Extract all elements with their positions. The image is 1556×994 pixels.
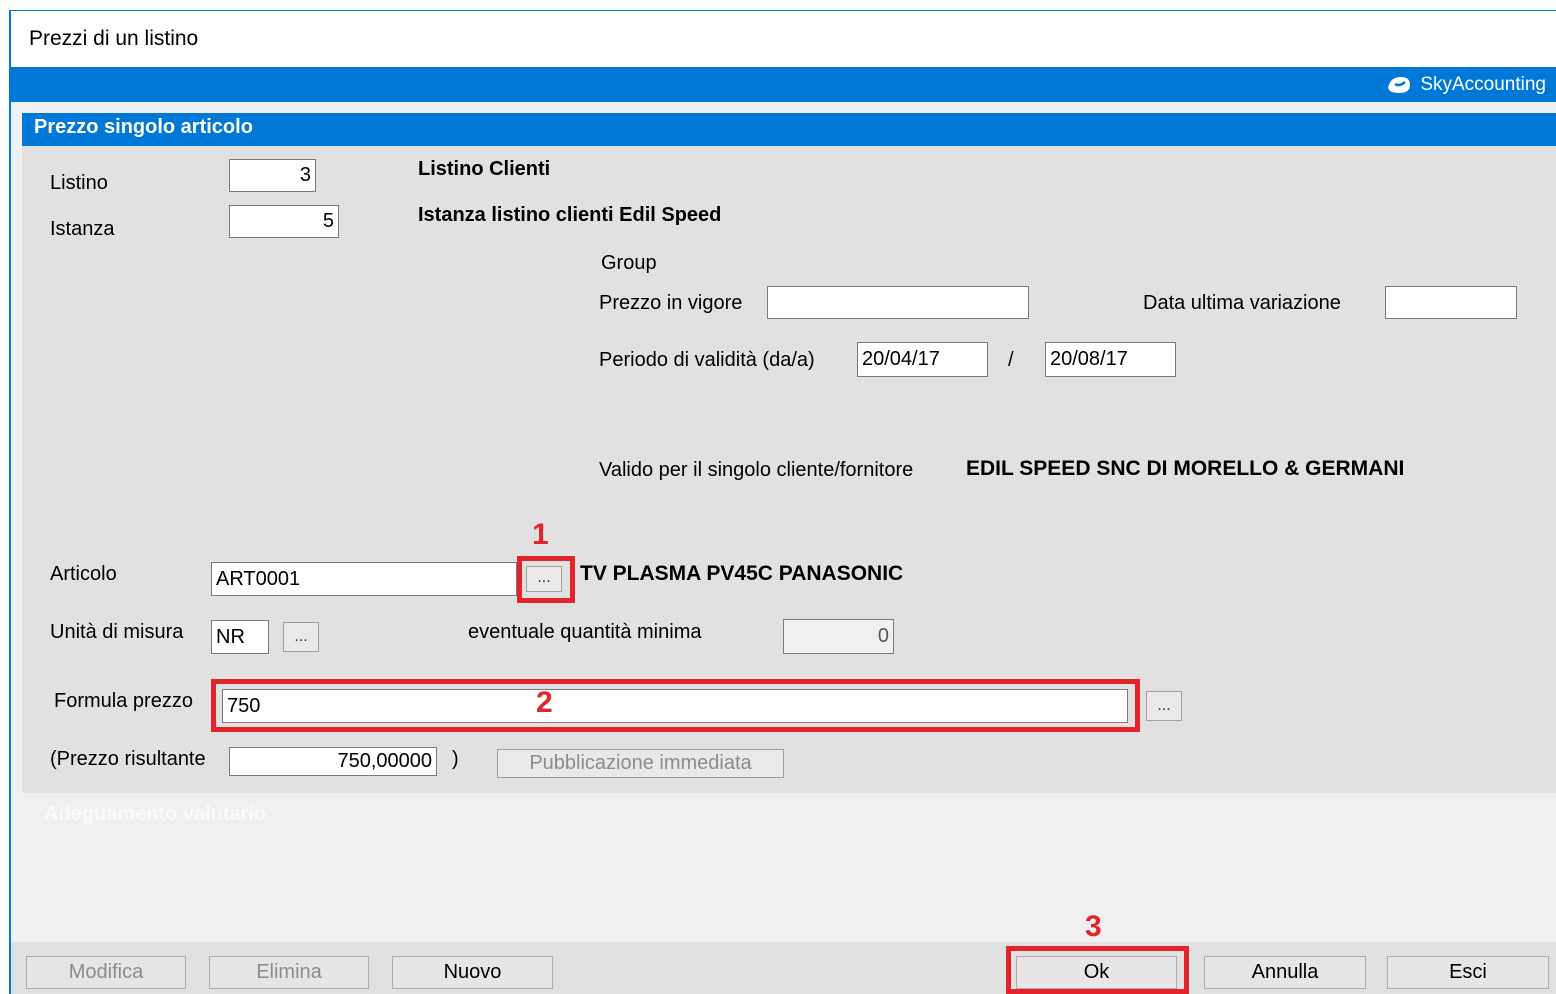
articolo-label: Articolo [50, 563, 117, 585]
elimina-button[interactable]: Elimina [209, 956, 369, 989]
data-ultima-variazione-label: Data ultima variazione [1143, 292, 1341, 314]
brand: SkyAccounting [1386, 74, 1546, 96]
data-ultima-variazione-input[interactable] [1385, 286, 1517, 319]
nuovo-button[interactable]: Nuovo [392, 956, 553, 989]
quantita-minima-input[interactable] [783, 619, 894, 654]
prezzo-in-vigore-label: Prezzo in vigore [599, 292, 743, 314]
brand-name: SkyAccounting [1420, 74, 1546, 95]
annotation-number-2: 2 [536, 686, 553, 719]
prezzo-risultante-input [229, 747, 437, 776]
unita-misura-lookup-button[interactable]: ... [283, 622, 319, 652]
annotation-number-3: 3 [1085, 910, 1102, 943]
modifica-button[interactable]: Modifica [26, 956, 186, 989]
skyaccounting-logo-icon [1388, 77, 1411, 93]
panel-title: Prezzo singolo articolo [34, 116, 253, 138]
annotation-box-3 [1006, 946, 1189, 994]
periodo-da-input[interactable] [857, 342, 988, 377]
valido-per-value: EDIL SPEED SNC DI MORELLO & GERMANI [966, 457, 1405, 480]
quantita-minima-label: eventuale quantità minima [468, 621, 702, 643]
listino-input[interactable] [229, 159, 316, 192]
listino-label: Listino [50, 172, 108, 194]
periodo-separator: / [1008, 349, 1014, 371]
istanza-label: Istanza [50, 218, 115, 240]
brand-bar [11, 67, 1556, 102]
formula-prezzo-label: Formula prezzo [54, 690, 193, 712]
esci-button[interactable]: Esci [1387, 956, 1549, 989]
unita-misura-label: Unità di misura [50, 621, 184, 643]
periodo-validita-label: Periodo di validità (da/a) [599, 349, 815, 371]
annulla-button[interactable]: Annulla [1204, 956, 1366, 989]
title-bar [11, 11, 1556, 67]
annotation-box-1 [517, 556, 575, 603]
listino-description: Listino Clienti [418, 158, 551, 180]
prezzo-in-vigore-input[interactable] [767, 286, 1029, 319]
articolo-description: TV PLASMA PV45C PANASONIC [580, 562, 904, 585]
annotation-number-1: 1 [532, 518, 549, 551]
istanza-description: Istanza listino clienti Edil Speed [418, 204, 722, 226]
pubblicazione-immediata-button[interactable]: Pubblicazione immediata [497, 749, 784, 778]
window-title: Prezzi di un listino [29, 27, 199, 50]
formula-prezzo-button[interactable]: ... [1146, 691, 1182, 721]
section-adeguamento-title: Adeguamento valutario [44, 803, 267, 825]
istanza-input[interactable] [229, 205, 339, 238]
annotation-box-2 [211, 679, 1140, 732]
group-label: Group [601, 252, 657, 274]
periodo-a-input[interactable] [1045, 342, 1176, 377]
prezzo-risultante-close: ) [452, 748, 459, 770]
prezzo-risultante-label: (Prezzo risultante [50, 748, 206, 770]
articolo-input[interactable] [211, 562, 517, 596]
unita-misura-input[interactable] [211, 620, 269, 654]
valido-per-label: Valido per il singolo cliente/fornitore [599, 459, 914, 481]
